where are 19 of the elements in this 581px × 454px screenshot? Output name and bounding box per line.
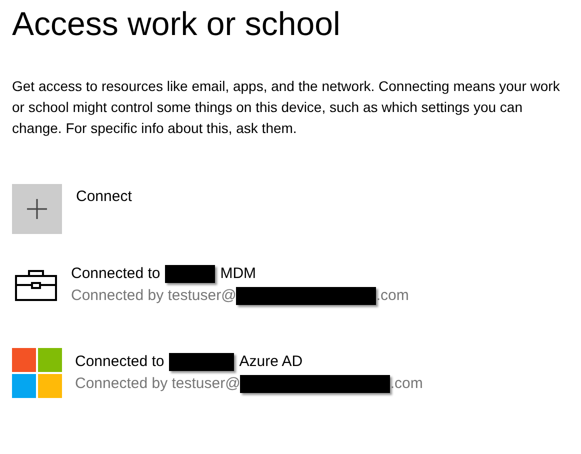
account-title: MDM	[220, 264, 256, 284]
plus-icon	[27, 199, 47, 219]
account-title: Azure AD	[239, 352, 303, 372]
account-title: Connected to	[75, 352, 164, 372]
account-item[interactable]: Connected to Azure AD Connected by testuser@ .com	[12, 348, 569, 398]
account-detail: .com	[376, 286, 409, 306]
account-item[interactable]: Connected to MDM Connected by testuser@ .com	[12, 264, 569, 306]
windows-logo-icon	[12, 348, 62, 398]
connect-label[interactable]: Connect	[76, 186, 132, 208]
redaction-bar	[169, 353, 234, 371]
account-title: Connected to	[71, 264, 160, 284]
account-detail: .com	[390, 374, 423, 394]
connect-button[interactable]	[12, 184, 62, 234]
account-detail: Connected by testuser@	[75, 374, 240, 394]
description-text: Get access to resources like email, apps, and the network. Connecting means your work or school might control some things on this device, such as which settings you can change. For specific info about this, ask them.	[12, 77, 561, 138]
redaction-bar	[165, 265, 216, 283]
page-title: Access work or school	[12, 4, 342, 44]
briefcase-icon	[15, 269, 57, 301]
account-detail: Connected by testuser@	[71, 286, 236, 306]
